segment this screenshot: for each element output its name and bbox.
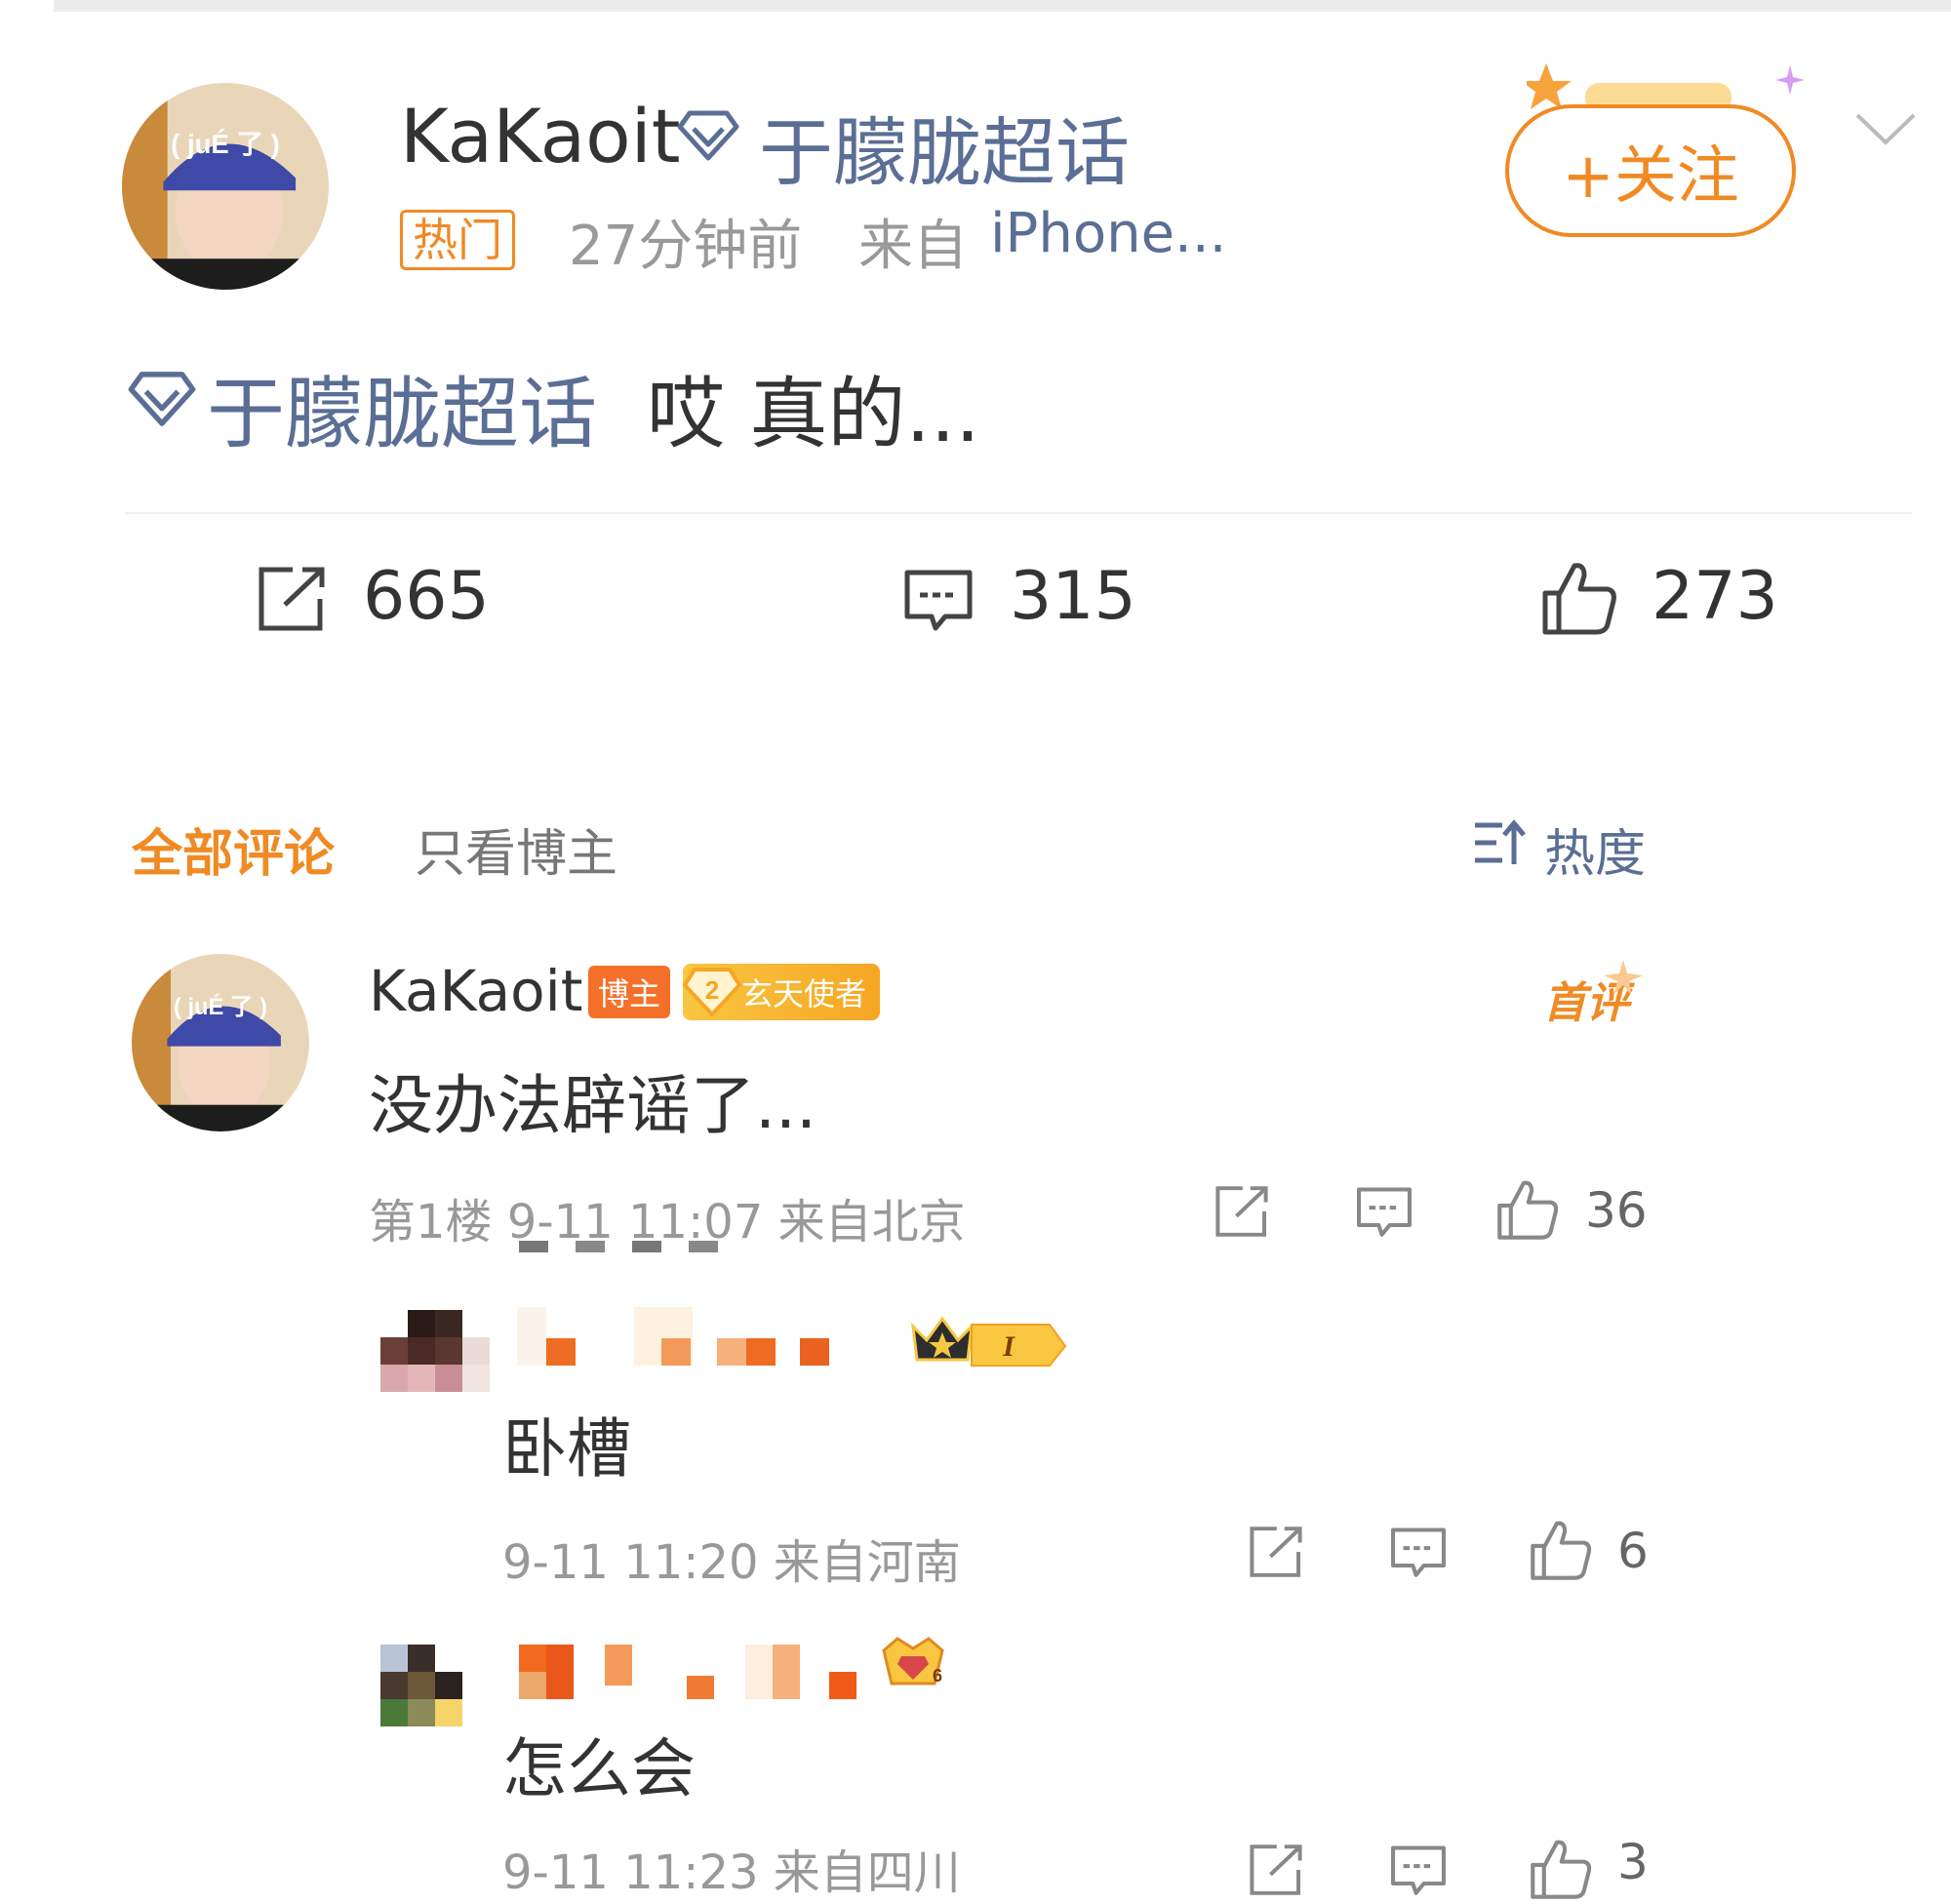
sort-button[interactable]	[1473, 817, 1528, 872]
repost-button[interactable]	[256, 566, 328, 636]
supertopic-link[interactable]: 于朦胧超话	[759, 93, 1130, 200]
reply-like-count: 6	[1617, 1523, 1649, 1579]
reply-repost-button[interactable]	[1247, 1844, 1305, 1900]
reply-comment-button[interactable]	[1389, 1526, 1448, 1584]
comment-like-count: 36	[1585, 1182, 1648, 1239]
repost-icon	[259, 567, 325, 631]
post-source-prefix: 来自	[858, 215, 968, 278]
reply-avatar-pixelated[interactable]	[380, 1310, 494, 1409]
host-badge: 博主	[588, 966, 671, 1018]
poster-avatar[interactable]: ( juÉ 了 )	[122, 83, 329, 290]
tab-author-only[interactable]: 只看博主	[415, 813, 617, 886]
sparkle-icon	[1604, 960, 1643, 995]
comment-icon	[904, 570, 973, 631]
post-time: 27分钟前	[569, 215, 803, 278]
comment-text: 没办法辟谣了...	[369, 1068, 816, 1143]
hot-badge: 热门	[400, 210, 515, 270]
supertopic-diamond-icon	[677, 110, 739, 161]
top-divider	[54, 0, 1951, 12]
comment-avatar[interactable]: ( juÉ 了 )	[132, 954, 309, 1131]
crown-icon: I	[911, 1316, 1067, 1367]
reply-like-button[interactable]	[1528, 1838, 1594, 1904]
reply-like-count: 3	[1617, 1834, 1649, 1890]
sort-icon	[1475, 819, 1526, 864]
comment-like-button[interactable]	[1494, 1178, 1561, 1245]
redaction-block	[576, 1241, 605, 1252]
reply-rank-badge: I	[907, 1307, 1073, 1373]
sort-label[interactable]: 热度	[1544, 813, 1646, 886]
comment-repost-button[interactable]	[1213, 1185, 1271, 1242]
level-badge: 2 玄天使者	[683, 964, 881, 1020]
level-diamond-icon: 2	[683, 968, 741, 1017]
poster-avatar-image: ( juÉ 了 )	[122, 83, 329, 290]
reply-text: 卧槽	[502, 1411, 631, 1487]
like-count: 273	[1652, 558, 1778, 635]
reply-comment-button[interactable]	[1389, 1844, 1448, 1902]
comment-icon	[1357, 1187, 1412, 1237]
comment-icon	[1391, 1845, 1446, 1895]
thumbs-up-icon	[1531, 1840, 1592, 1899]
reply-avatar-pixelated[interactable]	[380, 1645, 494, 1732]
comment-avatar-image: ( juÉ 了 )	[132, 954, 309, 1131]
comment-count: 315	[1010, 558, 1136, 635]
redaction-block	[632, 1241, 661, 1252]
thumbs-up-icon	[1542, 563, 1616, 635]
svg-text:( juÉ 了 ): ( juÉ 了 )	[171, 129, 280, 159]
svg-text:I: I	[1002, 1330, 1015, 1363]
comment-button[interactable]	[902, 568, 975, 638]
comment-author-name[interactable]: KaKaoit	[369, 958, 582, 1024]
svg-text:6: 6	[933, 1666, 942, 1686]
post-divider	[125, 512, 1912, 514]
repost-icon	[1215, 1186, 1268, 1237]
comment-reply-button[interactable]	[1355, 1185, 1413, 1244]
thumbs-up-icon	[1531, 1521, 1592, 1580]
poster-name[interactable]: KaKaoit	[400, 93, 681, 179]
thumbs-up-icon	[1497, 1180, 1559, 1240]
post-source-device[interactable]: iPhone...	[990, 202, 1226, 265]
repost-count: 665	[363, 558, 490, 635]
reply-text: 怎么会	[502, 1731, 696, 1806]
reply-author-name-pixelated[interactable]	[517, 1307, 888, 1366]
svg-text:( juÉ 了 ): ( juÉ 了 )	[174, 993, 267, 1020]
diamond-crown-icon: 6	[882, 1637, 944, 1686]
reply-meta: 9-11 11:23 来自四川	[502, 1845, 961, 1900]
reply-author-name-pixelated[interactable]	[519, 1645, 870, 1703]
content-supertopic-icon	[128, 372, 196, 426]
chevron-down-icon[interactable]	[1853, 109, 1918, 148]
repost-icon	[1250, 1844, 1302, 1895]
follow-button[interactable]: +关注	[1505, 104, 1796, 237]
content-topic-link[interactable]: 于朦胧超话	[207, 351, 597, 464]
repost-icon	[1250, 1527, 1302, 1577]
reply-repost-button[interactable]	[1247, 1526, 1305, 1582]
like-button[interactable]	[1539, 560, 1619, 640]
redaction-block	[689, 1241, 718, 1252]
redaction-block	[519, 1241, 548, 1252]
svg-text:2: 2	[705, 975, 719, 1005]
reply-like-button[interactable]	[1528, 1519, 1594, 1585]
reply-vip-badge: 6	[874, 1627, 952, 1693]
comment-icon	[1391, 1527, 1446, 1577]
post-content-text: 哎 真的...	[647, 369, 980, 459]
reply-meta: 9-11 11:20 来自河南	[502, 1535, 961, 1590]
tab-all-comments[interactable]: 全部评论	[132, 813, 335, 886]
comment-meta: 第1楼 9-11 11:07 来自北京	[369, 1195, 966, 1250]
